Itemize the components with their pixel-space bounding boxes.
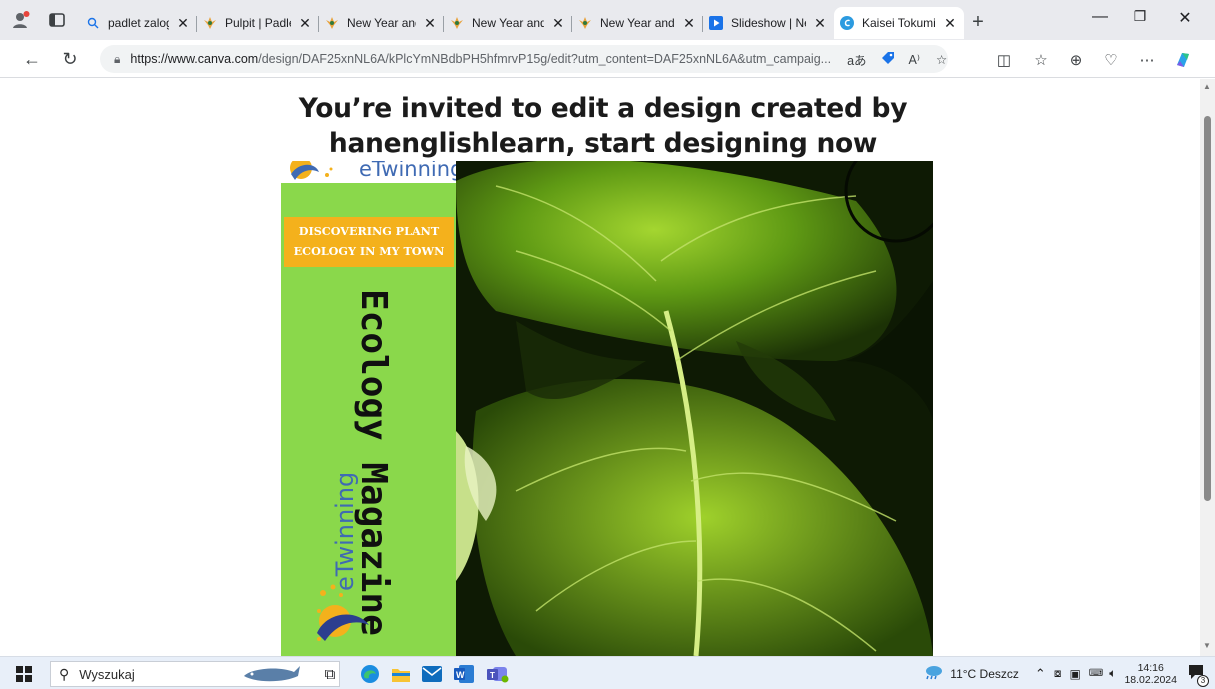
teams-icon[interactable]: T — [486, 662, 510, 686]
task-view-icon[interactable]: ⧉ — [318, 662, 342, 686]
close-tab-icon[interactable]: ✕ — [422, 15, 438, 32]
more-options-icon[interactable]: ⋯ — [1136, 49, 1158, 71]
whale-search-highlight-icon — [240, 662, 302, 689]
scrollbar-thumb[interactable] — [1204, 116, 1211, 501]
onedrive-icon[interactable]: ▣ — [1069, 667, 1080, 681]
search-placeholder: Wyszukaj — [79, 666, 135, 682]
back-button[interactable]: ← — [18, 45, 46, 73]
invite-headline: You’re invited to edit a design created … — [0, 91, 1200, 161]
close-tab-icon[interactable]: ✕ — [942, 15, 958, 32]
tab-title: New Year and Ch — [600, 16, 675, 30]
close-tab-icon[interactable]: ✕ — [681, 15, 697, 32]
tab-new-year-3[interactable]: New Year and Ch ✕ — [572, 7, 703, 39]
svg-text:W: W — [456, 670, 465, 680]
close-window-button[interactable]: ✕ — [1170, 8, 1200, 28]
translate-icon[interactable]: aあ — [847, 50, 866, 69]
headline-line-1: You’re invited to edit a design created … — [298, 93, 908, 124]
favorites-icon[interactable]: ☆ — [1030, 49, 1052, 71]
tab-slideshow[interactable]: Slideshow | New ✕ — [703, 7, 834, 39]
tab-strip: padlet zaloguj - ✕ Pulpit | Padlet ✕ New… — [0, 0, 1215, 40]
url-path: /design/DAF25xnNL6A/kPlcYmNBdbPH5hfmrvP1… — [258, 52, 832, 66]
canva-favicon-icon — [840, 16, 854, 30]
svg-text:T: T — [490, 671, 495, 680]
padlet-favicon-icon — [203, 16, 217, 30]
windows-taskbar: ⚲ Wyszukaj ⧉ W T 11°C Deszcz ⌃ ⧇ ▣ ⌨ 🔈︎ … — [0, 656, 1215, 689]
scroll-up-arrow-icon[interactable]: ▲ — [1203, 82, 1211, 91]
tab-kaisei-tokumin[interactable]: Kaisei Tokumin ✕ — [834, 7, 964, 39]
magazine-left-panel: eTwinning DISCOVERING PLANT ECOLOGY IN M… — [281, 161, 463, 656]
url-host: https://www.canva.com — [130, 52, 259, 66]
word-icon[interactable]: W — [452, 662, 476, 686]
close-tab-icon[interactable]: ✕ — [297, 15, 313, 32]
tray-overflow-chevron-icon[interactable]: ⌃ — [1035, 666, 1046, 682]
tab-new-year-1[interactable]: New Year and Ch ✕ — [319, 7, 444, 39]
tab-title: New Year and Ch — [347, 16, 416, 30]
leaf-photo — [456, 161, 933, 656]
close-tab-icon[interactable]: ✕ — [550, 15, 566, 32]
headline-line-2: hanenglishlearn, start designing now — [328, 128, 878, 159]
tab-actions-icon[interactable] — [46, 9, 68, 31]
etwinning-bird-icon — [311, 581, 373, 656]
notification-center-icon[interactable]: 3 — [1187, 663, 1209, 687]
etwinning-logo-icon — [289, 161, 335, 189]
meet-now-icon[interactable]: ⧇ — [1054, 666, 1062, 681]
title-line-1: DISCOVERING PLANT — [298, 224, 440, 238]
leaf-photo-image — [456, 161, 933, 656]
new-tab-button[interactable]: + — [964, 11, 992, 34]
slideshow-favicon-icon — [709, 16, 723, 30]
restore-window-button[interactable]: ❐ — [1125, 8, 1155, 25]
file-explorer-icon[interactable] — [389, 662, 413, 686]
close-tab-icon[interactable]: ✕ — [175, 15, 191, 32]
etwinning-vertical-text: eTwinning — [331, 471, 359, 591]
minimize-window-button[interactable]: — — [1085, 8, 1115, 26]
split-screen-icon[interactable]: ◫ — [993, 49, 1015, 71]
taskbar-clock[interactable]: 14:16 18.02.2024 — [1124, 662, 1177, 686]
search-favicon-icon — [86, 16, 100, 30]
network-icon[interactable]: ⌨ — [1089, 668, 1103, 679]
extension-tag-icon[interactable] — [881, 51, 895, 68]
magazine-title-box: DISCOVERING PLANT ECOLOGY IN MY TOWN — [284, 217, 454, 267]
tab-pulpit-padlet[interactable]: Pulpit | Padlet ✕ — [197, 7, 319, 39]
page-scrollbar[interactable]: ▲ ▼ — [1200, 79, 1215, 656]
scroll-down-arrow-icon[interactable]: ▼ — [1203, 641, 1211, 650]
windows-start-icon[interactable] — [12, 662, 36, 686]
padlet-favicon-icon — [325, 16, 339, 30]
address-bar[interactable]: 🔒︎ https://www.canva.com/design/DAF25xnN… — [100, 45, 948, 73]
mail-icon[interactable] — [420, 662, 444, 686]
volume-icon[interactable]: 🔈︎ — [1109, 666, 1116, 681]
tab-new-year-2[interactable]: New Year and Ch ✕ — [444, 7, 572, 39]
close-tab-icon[interactable]: ✕ — [812, 15, 828, 32]
padlet-favicon-icon — [450, 16, 464, 30]
clock-date: 18.02.2024 — [1124, 673, 1177, 686]
tab-title: Pulpit | Padlet — [225, 16, 291, 30]
edge-taskbar-icon[interactable] — [358, 662, 382, 686]
tab-title: Slideshow | New — [731, 16, 806, 30]
tab-title: Kaisei Tokumin — [862, 16, 936, 30]
clock-time: 14:16 — [1137, 661, 1164, 674]
padlet-favicon-icon — [578, 16, 592, 30]
lock-icon: 🔒︎ — [114, 51, 121, 66]
notification-count: 3 — [1197, 675, 1209, 687]
weather-icon — [922, 664, 944, 683]
tab-title: New Year and Ch — [472, 16, 544, 30]
title-line-2: ECOLOGY IN MY TOWN — [293, 244, 445, 258]
browser-essentials-icon[interactable]: ♡ — [1100, 49, 1122, 71]
collections-icon[interactable]: ⊕ — [1065, 49, 1087, 71]
page-content: You’re invited to edit a design created … — [0, 79, 1200, 656]
tab-padlet-login[interactable]: padlet zaloguj - ✕ — [80, 7, 197, 39]
favorite-star-icon[interactable]: ☆ — [936, 52, 947, 67]
navigation-bar: ← ↻ 🔒︎ https://www.canva.com/design/DAF2… — [0, 40, 1215, 78]
etwinning-top-text: eTwinning — [359, 161, 464, 181]
read-aloud-icon[interactable]: A⁾ — [909, 52, 920, 67]
design-preview[interactable]: eTwinning DISCOVERING PLANT ECOLOGY IN M… — [281, 161, 933, 656]
profile-icon[interactable] — [10, 9, 32, 31]
search-icon: ⚲ — [59, 665, 70, 682]
weather-text[interactable]: 11°C Deszcz — [950, 667, 1019, 681]
reload-button[interactable]: ↻ — [56, 45, 84, 73]
copilot-icon[interactable] — [1172, 49, 1194, 71]
system-tray: 11°C Deszcz ⌃ ⧇ ▣ ⌨ 🔈︎ 14:16 18.02.2024 … — [922, 657, 1215, 689]
tab-title: padlet zaloguj - — [108, 16, 169, 30]
